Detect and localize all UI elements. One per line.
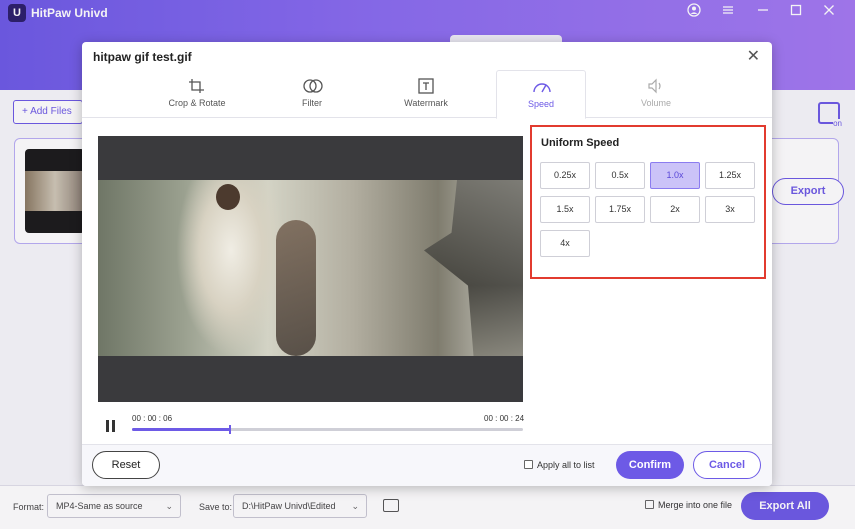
speed-gauge-icon [532,79,551,95]
confirm-button[interactable]: Confirm [616,451,684,479]
watermark-icon [417,78,435,94]
speed-option[interactable]: 1.75x [595,196,645,223]
edit-tabs: Crop & Rotate Filter Watermark Speed Vol… [82,70,772,119]
edit-dialog: hitpaw gif test.gif ✕ Crop & Rotate Filt… [82,42,772,486]
speed-option[interactable]: 4x [540,230,590,257]
speed-option[interactable]: 1.5x [540,196,590,223]
dialog-footer: Reset Apply all to list Confirm Cancel [82,444,772,486]
speed-option[interactable]: 0.5x [595,162,645,189]
apply-all-checkbox[interactable]: Apply all to list [524,460,595,470]
filter-icon [303,78,323,94]
apply-all-label: Apply all to list [537,460,595,470]
video-foreground-arm [276,220,316,356]
progress-handle[interactable] [228,425,231,434]
tab-label: Filter [302,98,322,108]
video-background-ruin [424,180,523,356]
dialog-close-icon[interactable]: ✕ [747,46,760,66]
speed-option[interactable]: 3x [705,196,755,223]
speed-option[interactable]: 1.0x [650,162,700,189]
progress-track[interactable] [132,425,523,434]
current-time: 00 : 00 : 06 [132,414,173,423]
cancel-button[interactable]: Cancel [693,451,761,479]
speed-option[interactable]: 0.25x [540,162,590,189]
speed-option[interactable]: 1.25x [705,162,755,189]
speed-panel-title: Uniform Speed [541,137,620,149]
tab-label: Watermark [404,98,448,108]
crop-icon [188,78,206,94]
tab-label: Speed [527,99,555,109]
tab-label: Crop & Rotate [168,98,226,108]
reset-button[interactable]: Reset [92,451,160,479]
tab-watermark[interactable]: Watermark [386,70,466,118]
speed-option[interactable]: 2x [650,196,700,223]
tab-speed[interactable]: Speed [496,70,586,119]
video-preview[interactable] [98,136,523,402]
tab-volume[interactable]: Volume [616,70,696,118]
tab-crop-rotate[interactable]: Crop & Rotate [157,70,237,118]
volume-icon [647,78,665,94]
tab-filter[interactable]: Filter [272,70,352,118]
video-frame [98,180,523,356]
dialog-title: hitpaw gif test.gif [93,50,192,64]
video-subject-head [216,184,240,210]
pause-icon[interactable] [106,420,116,432]
tab-label: Volume [640,98,672,108]
uniform-speed-panel: Uniform Speed 0.25x 0.5x 1.0x 1.25x 1.5x… [530,125,766,279]
checkbox-icon [524,460,533,469]
total-time: 00 : 00 : 24 [484,414,525,423]
progress-fill [132,428,230,431]
